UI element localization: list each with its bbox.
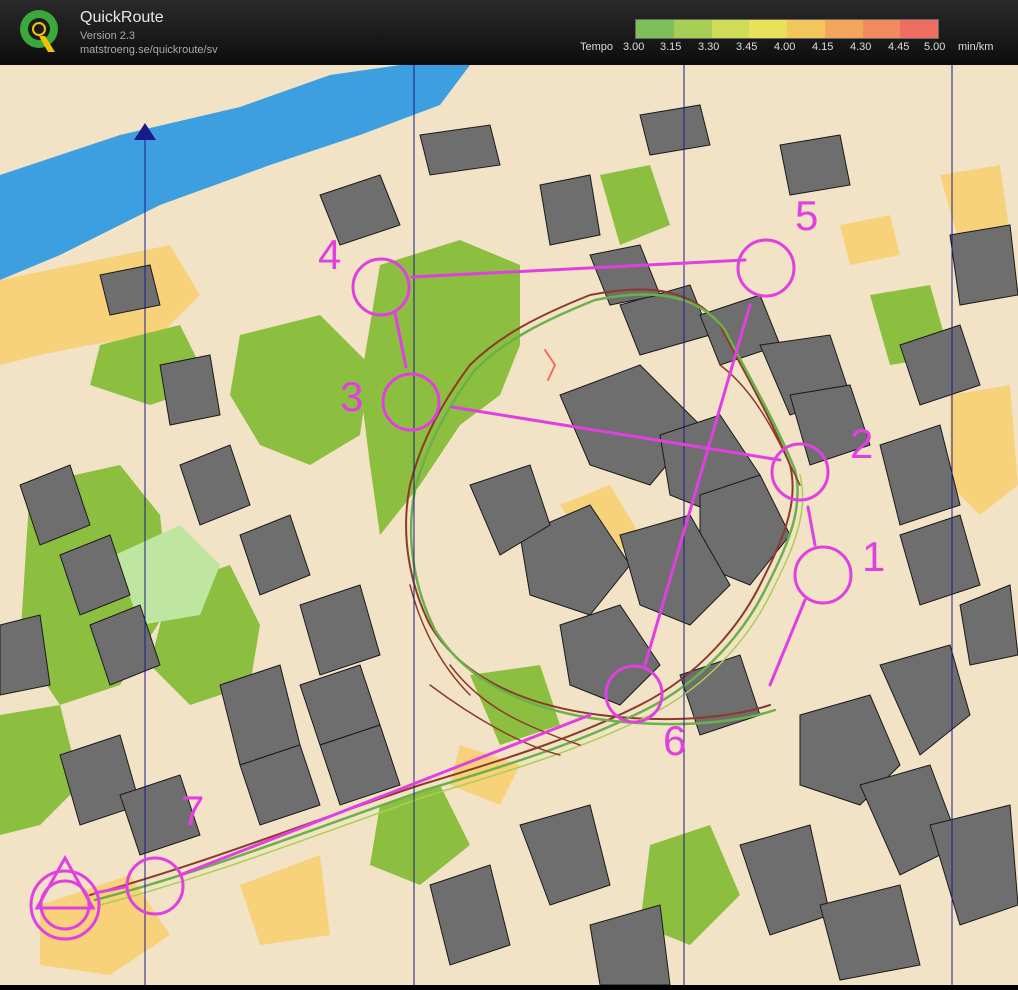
tempo-tick: 3.45 — [736, 41, 758, 53]
tempo-label: Tempo — [580, 41, 614, 53]
tempo-color-swatch — [900, 20, 938, 38]
tempo-color-swatch — [749, 20, 787, 38]
control-number-2: 2 — [850, 420, 873, 467]
tempo-color-swatch — [862, 20, 901, 38]
control-number-5: 5 — [795, 192, 818, 239]
tempo-tick: 3.00 — [623, 41, 645, 53]
tempo-color-swatch — [711, 20, 750, 38]
tempo-tick: 4.15 — [812, 41, 834, 53]
tempo-tick: 4.45 — [888, 41, 910, 53]
control-number-3: 3 — [340, 373, 363, 420]
tempo-scale-labels: Tempo 3.00 3.15 3.30 3.45 4.00 4.15 4.30… — [575, 41, 1015, 55]
control-number-4: 4 — [318, 231, 341, 278]
tempo-tick: 4.30 — [850, 41, 872, 53]
quickroute-logo-icon — [20, 10, 58, 52]
tempo-color-swatch — [636, 20, 674, 38]
tempo-unit: min/km — [958, 41, 994, 53]
app-url[interactable]: matstroeng.se/quickroute/sv — [80, 44, 218, 56]
tempo-color-swatch — [673, 20, 712, 38]
tempo-tick: 5.00 — [924, 41, 946, 53]
tempo-tick: 4.00 — [774, 41, 796, 53]
tempo-tick: 3.15 — [660, 41, 682, 53]
tempo-color-swatch — [787, 20, 825, 38]
tempo-legend: Tempo 3.00 3.15 3.30 3.45 4.00 4.15 4.30… — [575, 19, 1015, 59]
app-header: QuickRoute Version 2.3 matstroeng.se/qui… — [0, 0, 1018, 65]
map-canvas: 1 2 3 4 5 6 7 — [0, 65, 1018, 986]
orienteering-map[interactable]: 1 2 3 4 5 6 7 — [0, 65, 1018, 986]
control-number-1: 1 — [862, 533, 885, 580]
control-number-7: 7 — [181, 787, 204, 834]
app-title: QuickRoute — [80, 9, 164, 26]
tempo-color-swatch — [824, 20, 863, 38]
app-version: Version 2.3 — [80, 30, 136, 42]
control-number-6: 6 — [663, 717, 686, 764]
tempo-color-scale — [635, 19, 939, 39]
tempo-tick: 3.30 — [698, 41, 720, 53]
